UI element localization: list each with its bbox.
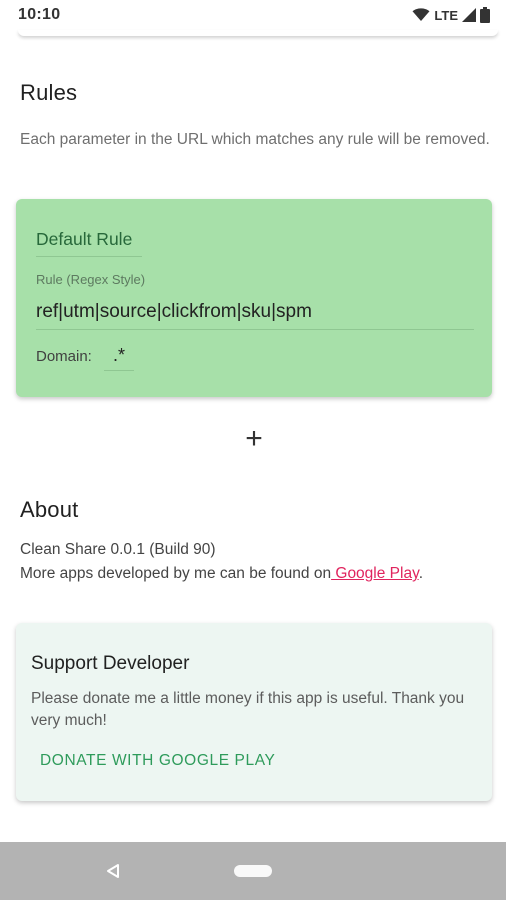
back-triangle-icon[interactable]	[104, 862, 122, 880]
support-title: Support Developer	[31, 653, 190, 674]
more-apps-text: More apps developed by me can be found o…	[20, 565, 332, 582]
navigation-bar	[0, 842, 506, 900]
more-apps-line: More apps developed by me can be found o…	[20, 562, 423, 586]
status-icons: LTE	[412, 7, 490, 23]
status-bar: 10:10 LTE	[0, 0, 506, 30]
top-card-edge	[18, 30, 498, 36]
domain-field[interactable]: .*	[104, 345, 134, 371]
domain-label: Domain:	[36, 348, 92, 365]
network-type: LTE	[434, 7, 458, 23]
version-text: Clean Share 0.0.1 (Build 90)	[20, 541, 216, 558]
rule-name-field[interactable]: Default Rule	[36, 229, 142, 257]
support-card: Support Developer Please donate me a lit…	[16, 623, 492, 801]
google-play-link[interactable]: Google Play	[331, 565, 418, 582]
donate-button[interactable]: DONATE WITH GOOGLE PLAY	[40, 752, 275, 770]
support-text: Please donate me a little money if this …	[31, 690, 465, 729]
rule-regex-field[interactable]: ref|utm|source|clickfrom|sku|spm	[36, 301, 474, 330]
signal-icon	[462, 8, 476, 22]
about-title: About	[20, 497, 79, 522]
rule-regex-label: Rule (Regex Style)	[36, 272, 146, 287]
add-rule-button[interactable]: +	[238, 422, 270, 455]
plus-icon: +	[245, 422, 263, 455]
rule-card[interactable]: Default Rule Rule (Regex Style) ref|utm|…	[16, 199, 492, 397]
wifi-icon	[412, 8, 430, 21]
rules-description: Each parameter in the URL which matches …	[20, 131, 490, 148]
more-apps-suffix: .	[418, 565, 423, 582]
home-pill-icon[interactable]	[234, 865, 272, 877]
rules-title: Rules	[20, 80, 78, 105]
battery-icon	[480, 7, 490, 23]
about-text: Clean Share 0.0.1 (Build 90) More apps d…	[20, 538, 423, 586]
status-time: 10:10	[18, 6, 61, 23]
